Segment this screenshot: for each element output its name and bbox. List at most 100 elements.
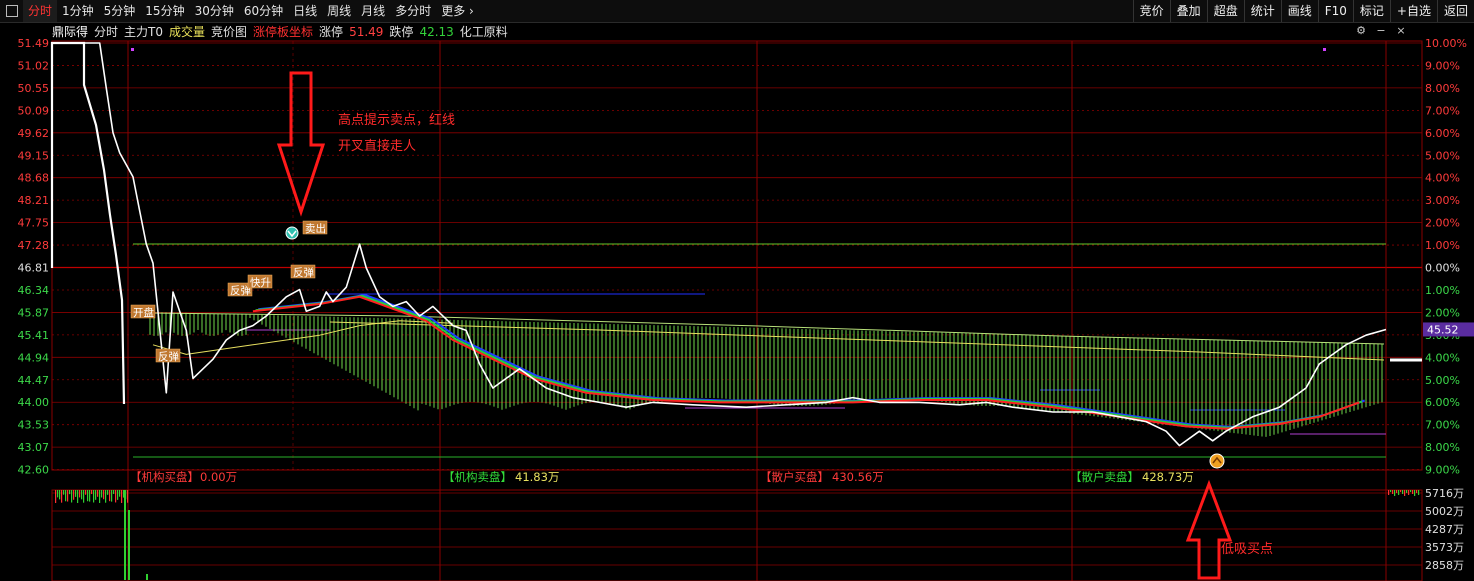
volume-bar	[103, 490, 105, 500]
price-tick: 42.60	[18, 464, 50, 477]
price-tick: 47.28	[18, 239, 50, 252]
volume-bar	[1398, 490, 1400, 495]
volume-tick: 2858万	[1425, 559, 1464, 572]
volume-tick: 5002万	[1425, 505, 1464, 518]
flow-label: 【散户卖盘】	[1070, 470, 1139, 484]
price-tick: 48.21	[18, 194, 50, 207]
price-tick: 48.68	[18, 172, 50, 185]
volume-bar	[99, 490, 101, 503]
signal-text: 开盘	[133, 306, 154, 319]
signal-label: 反弹	[290, 264, 316, 279]
volume-bar	[67, 490, 69, 502]
volume-bar	[55, 490, 57, 503]
volume-bar	[109, 490, 111, 502]
volume-bar	[101, 490, 103, 498]
price-tick: 44.00	[18, 396, 50, 409]
volume-bar	[119, 490, 121, 497]
pct-tick: 8.00%	[1425, 441, 1460, 454]
volume-bar	[1412, 490, 1414, 494]
price-tick: 46.34	[18, 284, 50, 297]
volume-bar	[124, 490, 126, 580]
chart-frame	[51, 40, 1423, 471]
volume-bar	[61, 490, 63, 503]
pct-tick: 0.00%	[1425, 262, 1460, 275]
pct-tick: 2.00%	[1425, 217, 1460, 230]
volume-bar	[81, 490, 83, 500]
signal-label: 开盘	[130, 304, 156, 319]
signal-text: 反弹	[158, 350, 179, 363]
volume-bar	[83, 490, 85, 503]
volume-bar	[111, 490, 113, 502]
volume-bar	[75, 490, 77, 497]
volume-bar	[1414, 490, 1416, 496]
volume-bar	[85, 490, 87, 495]
signal-label: 卖出	[302, 220, 328, 235]
pct-tick: 4.00%	[1425, 172, 1460, 185]
price-tick: 45.87	[18, 306, 50, 319]
price-tick: 49.62	[18, 127, 50, 140]
volume-bar	[1390, 490, 1392, 492]
pct-tick: 5.00%	[1425, 149, 1460, 162]
volume-bar	[77, 490, 79, 503]
pct-tick: 4.00%	[1425, 351, 1460, 364]
volume-bar	[1404, 490, 1406, 496]
price-tick: 50.55	[18, 82, 50, 95]
volume-bar	[1396, 490, 1398, 493]
volume-bar	[1392, 490, 1394, 494]
pct-tick: 7.00%	[1425, 419, 1460, 432]
volume-bar	[127, 490, 129, 503]
volume-bar	[107, 490, 109, 495]
flow-value: 430.56万	[832, 470, 884, 484]
volume-tick: 3573万	[1425, 541, 1464, 554]
volume-bar	[95, 490, 97, 500]
opening-drop-line	[50, 41, 126, 405]
pct-tick: 9.00%	[1425, 59, 1460, 72]
volume-tick: 4287万	[1425, 523, 1464, 536]
price-tick: 51.49	[18, 37, 50, 50]
volume-bar	[69, 490, 71, 495]
current-price-text: 45.52	[1427, 323, 1459, 336]
pct-tick: 6.00%	[1425, 396, 1460, 409]
volume-bar	[1394, 490, 1396, 496]
pct-tick: 8.00%	[1425, 82, 1460, 95]
volume-bar	[59, 490, 61, 500]
pct-tick: 5.00%	[1425, 374, 1460, 387]
volume-bar	[65, 490, 67, 502]
sell-arrow-icon	[276, 71, 326, 217]
signal-label: 反弹	[155, 348, 181, 363]
volume-bar	[1388, 490, 1390, 495]
annotation-top-line1: 高点提示卖点，红线	[338, 112, 455, 128]
flow-label: 【机构卖盘】	[443, 470, 512, 484]
blue-ma-line	[258, 293, 1366, 428]
flow-value: 428.73万	[1142, 470, 1194, 484]
volume-bar	[91, 490, 93, 495]
volume-bar	[87, 490, 89, 502]
price-tick: 45.41	[18, 329, 50, 342]
price-tick: 43.07	[18, 441, 50, 454]
volume-bar	[1410, 490, 1412, 492]
volume-bar	[63, 490, 65, 495]
flow-envelope	[149, 312, 1385, 345]
volume-bar	[97, 490, 99, 497]
pct-tick: 1.00%	[1425, 239, 1460, 252]
volume-bar	[73, 490, 75, 500]
signal-text: 快升	[250, 277, 271, 289]
annotation-top-line2: 开叉直接走人	[338, 138, 416, 154]
pct-tick: 9.00%	[1425, 464, 1460, 477]
price-tick: 49.15	[18, 149, 50, 162]
price-tick: 50.09	[18, 104, 50, 117]
intraday-chart[interactable]: 51.49 10.00% 51.02 9.00% 50.55 8.00% 50.09 7.00…	[0, 0, 1474, 581]
price-tick: 51.02	[18, 59, 50, 72]
volume-bar	[1406, 490, 1408, 493]
price-tick: 46.81	[18, 262, 50, 275]
volume-bar	[93, 490, 95, 503]
pct-tick: 7.00%	[1425, 104, 1460, 117]
volume-bar	[1400, 490, 1402, 492]
marker-dot	[131, 48, 134, 51]
flow-value: 41.83万	[515, 470, 559, 484]
signal-label: 快升	[247, 274, 273, 289]
buy-arrow-icon	[1185, 479, 1233, 580]
pct-tick: 10.00%	[1425, 37, 1467, 50]
volume-tick: 5716万	[1425, 487, 1464, 500]
flow-label: 【机构买盘】	[130, 470, 199, 484]
